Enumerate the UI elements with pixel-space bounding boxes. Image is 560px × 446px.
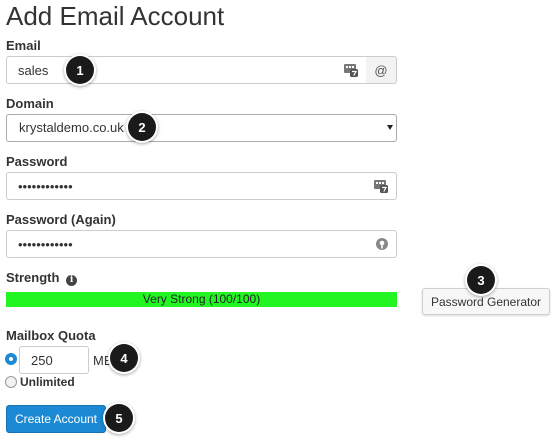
quota-unlimited-label: Unlimited — [20, 375, 75, 389]
password-manager-icon[interactable] — [344, 63, 358, 77]
domain-label: Domain — [6, 96, 54, 111]
quota-input[interactable] — [19, 346, 89, 374]
quota-unlimited-radio[interactable] — [5, 376, 17, 388]
quota-limited-radio[interactable] — [5, 353, 17, 365]
email-at-addon: @ — [366, 56, 397, 84]
email-input[interactable] — [6, 56, 367, 84]
create-account-button[interactable]: Create Account — [6, 405, 106, 433]
page-title: Add Email Account — [6, 1, 225, 31]
password-again-input[interactable] — [6, 230, 397, 258]
key-match-icon — [375, 237, 389, 251]
password-manager-icon[interactable] — [374, 179, 388, 193]
callout-5: 5 — [105, 404, 133, 432]
callout-4: 4 — [110, 344, 138, 372]
email-label: Email — [6, 38, 41, 53]
chevron-down-icon — [387, 125, 393, 130]
password-input[interactable] — [6, 172, 397, 200]
password-label: Password — [6, 154, 68, 169]
callout-1: 1 — [66, 56, 94, 84]
info-icon[interactable]: i — [66, 275, 78, 286]
domain-select-value: krystaldemo.co.uk — [19, 120, 124, 135]
password-again-label: Password (Again) — [6, 212, 116, 227]
strength-label: Strength i — [6, 270, 78, 286]
callout-2: 2 — [128, 113, 156, 141]
domain-select[interactable]: krystaldemo.co.uk — [6, 114, 397, 142]
mailbox-quota-label: Mailbox Quota — [6, 328, 96, 343]
callout-3: 3 — [467, 266, 495, 294]
strength-meter: Very Strong (100/100) — [6, 292, 397, 307]
